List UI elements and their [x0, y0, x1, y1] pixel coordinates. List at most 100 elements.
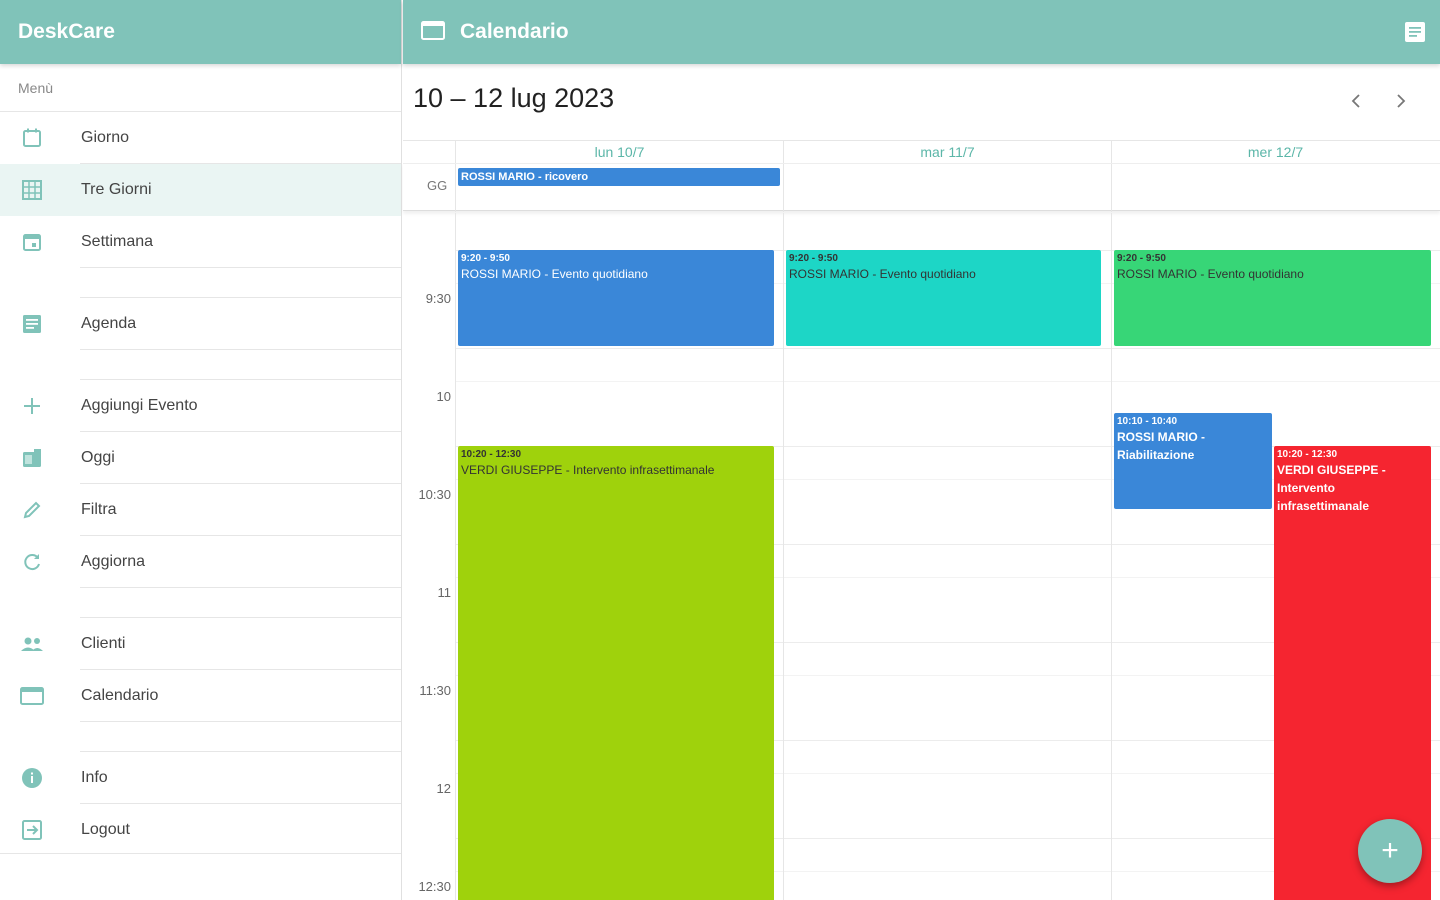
plus-icon — [20, 394, 44, 418]
event-title: VERDI GIUSEPPE - Intervento infrasettima… — [461, 463, 715, 477]
all-day-row: GG ROSSI MARIO - ricovero — [403, 163, 1440, 212]
section-gap — [0, 350, 401, 380]
sidebar-item-label: Logout — [81, 821, 130, 838]
grid-line — [455, 381, 1440, 382]
chevron-right-icon — [1397, 94, 1406, 108]
time-label: 11:30 — [419, 683, 451, 698]
section-gap — [0, 588, 401, 618]
event-title: ROSSI MARIO - Evento quotidiano — [461, 267, 648, 281]
sidebar-item-tre-giorni[interactable]: Tre Giorni — [0, 164, 401, 216]
plus-icon: + — [1381, 834, 1399, 867]
column-divider — [455, 164, 456, 212]
time-label: 9:30 — [425, 291, 451, 306]
sidebar-item-clienti[interactable]: Clienti — [0, 618, 401, 670]
calendar-icon — [421, 20, 445, 47]
next-button[interactable] — [1388, 88, 1414, 114]
event-title: ROSSI MARIO - Riabilitazione — [1117, 430, 1206, 462]
sidebar-item-label: Tre Giorni — [81, 181, 152, 198]
sidebar-item-aggiorna[interactable]: Aggiorna — [0, 536, 401, 588]
day-header-tue[interactable]: mar 11/7 — [783, 141, 1111, 163]
day-headers: lun 10/7 mar 11/7 mer 12/7 — [455, 141, 1440, 163]
event-rossi-daily-mon[interactable]: 9:20 - 9:50 ROSSI MARIO - Evento quotidi… — [458, 250, 774, 346]
sidebar-item-label: Info — [81, 769, 108, 786]
section-gap — [0, 268, 401, 298]
sidebar-item-aggiungi-evento[interactable]: Aggiungi Evento — [0, 380, 401, 432]
page-title: Calendario — [460, 20, 569, 43]
app-bar: Calendario — [403, 0, 1440, 64]
time-grid: 9:30 10 10:30 11 11:30 12 12:30 9:20 - 9… — [403, 213, 1440, 900]
sidebar-item-label: Clienti — [81, 635, 126, 652]
all-day-label: GG — [427, 178, 448, 193]
add-event-fab[interactable]: + — [1358, 819, 1422, 883]
sidebar-item-oggi[interactable]: Oggi — [0, 432, 401, 484]
sidebar-item-label: Oggi — [81, 449, 115, 466]
event-rossi-daily-tue[interactable]: 9:20 - 9:50 ROSSI MARIO - Evento quotidi… — [786, 250, 1101, 346]
sidebar-item-label: Giorno — [81, 129, 130, 146]
event-title: ROSSI MARIO - Evento quotidiano — [1117, 267, 1304, 281]
sidebar-item-label: Agenda — [81, 315, 137, 332]
column-divider — [1111, 213, 1112, 900]
app: DeskCare Menù Giorno Tre Giorni Settiman… — [0, 0, 1440, 900]
event-time: 9:20 - 9:50 — [461, 253, 510, 264]
time-label: 11 — [437, 585, 452, 600]
chevron-left-icon — [1351, 94, 1360, 108]
time-label: 12 — [436, 781, 451, 796]
column-divider — [455, 213, 456, 900]
navigation-drawer: DeskCare Menù Giorno Tre Giorni Settiman… — [0, 0, 402, 900]
event-rossi-rehab-wed[interactable]: 10:10 - 10:40 ROSSI MARIO - Riabilitazio… — [1114, 413, 1272, 509]
sidebar-item-logout[interactable]: Logout — [0, 804, 401, 856]
date-range-bar: 10 – 12 lug 2023 — [403, 64, 1440, 141]
pencil-icon — [20, 498, 44, 522]
event-time: 9:20 - 9:50 — [789, 253, 838, 264]
main-content: Calendario 10 – 12 lug 2023 lun 10/7 mar… — [403, 0, 1440, 900]
sidebar-item-filtra[interactable]: Filtra — [0, 484, 401, 536]
people-icon — [20, 632, 44, 656]
time-label: 12:30 — [418, 879, 451, 894]
sidebar-item-giorno[interactable]: Giorno — [0, 112, 401, 164]
logout-icon — [20, 818, 44, 842]
sidebar-item-label: Aggiorna — [81, 553, 146, 570]
column-divider — [783, 164, 784, 212]
app-title: DeskCare — [18, 20, 115, 43]
drawer-header: DeskCare — [0, 0, 401, 64]
time-label: 10 — [436, 389, 451, 404]
calendar-icon — [20, 684, 44, 708]
divider — [0, 853, 401, 854]
event-time: 10:20 - 12:30 — [461, 449, 522, 460]
menu-label: Menù — [0, 64, 401, 112]
event-time: 10:10 - 10:40 — [1117, 416, 1178, 427]
three-day-grid: lun 10/7 mar 11/7 mer 12/7 GG ROSSI MARI… — [403, 141, 1440, 900]
agenda-view-button[interactable] — [1404, 21, 1426, 48]
all-day-event[interactable]: ROSSI MARIO - ricovero — [458, 168, 780, 186]
event-title: ROSSI MARIO - Evento quotidiano — [789, 267, 976, 281]
time-label: 10:30 — [418, 487, 451, 502]
refresh-icon — [20, 550, 44, 574]
sidebar-item-label: Filtra — [81, 501, 117, 518]
day-header-mon[interactable]: lun 10/7 — [455, 141, 783, 163]
calendar-week-icon — [20, 230, 44, 254]
agenda-icon — [20, 312, 44, 336]
sidebar-item-info[interactable]: Info — [0, 752, 401, 804]
day-header-wed[interactable]: mer 12/7 — [1111, 141, 1439, 163]
today-icon — [20, 446, 44, 470]
event-rossi-daily-wed[interactable]: 9:20 - 9:50 ROSSI MARIO - Evento quotidi… — [1114, 250, 1431, 346]
event-title: VERDI GIUSEPPE - Intervento infrasettima… — [1277, 463, 1386, 513]
event-verdi-mon[interactable]: 10:20 - 12:30 VERDI GIUSEPPE - Intervent… — [458, 446, 774, 900]
sidebar-item-settimana[interactable]: Settimana — [0, 216, 401, 268]
previous-button[interactable] — [1343, 88, 1369, 114]
grid-line — [455, 348, 1440, 349]
sidebar-item-label: Calendario — [81, 687, 159, 704]
section-gap — [0, 722, 401, 752]
sidebar-item-label: Aggiungi Evento — [81, 397, 198, 414]
sidebar-item-agenda[interactable]: Agenda — [0, 298, 401, 350]
info-icon — [20, 766, 44, 790]
date-range-title: 10 – 12 lug 2023 — [413, 83, 615, 113]
event-time: 10:20 - 12:30 — [1277, 449, 1338, 460]
grid-icon — [20, 178, 44, 202]
sidebar-item-calendario[interactable]: Calendario — [0, 670, 401, 722]
calendar-day-icon — [20, 126, 44, 150]
event-time: 9:20 - 9:50 — [1117, 253, 1166, 264]
column-divider — [1111, 164, 1112, 212]
sidebar-item-label: Settimana — [81, 233, 154, 250]
column-divider — [783, 213, 784, 900]
